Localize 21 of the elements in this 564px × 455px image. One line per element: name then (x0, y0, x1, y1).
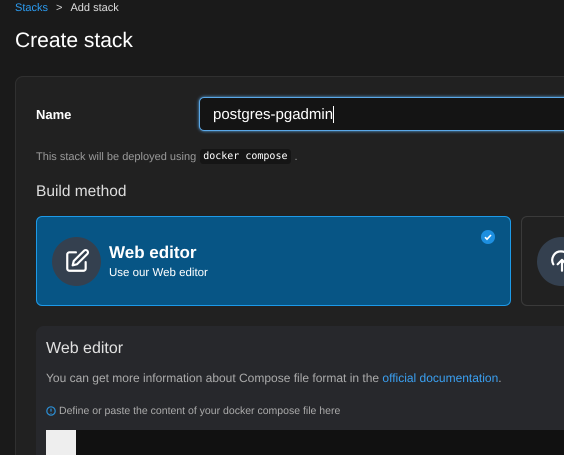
build-method-heading: Build method (36, 183, 128, 201)
name-label: Name (36, 106, 72, 122)
build-option-card[interactable]: Web editor Use our Web editor (36, 216, 511, 306)
section-heading: Web editor (46, 340, 124, 358)
breadcrumb-link[interactable]: Stacks (15, 2, 48, 14)
breadcrumb-separator: > (56, 2, 62, 14)
documentation-link[interactable]: official documentation (382, 371, 498, 385)
name-input-field[interactable]: postgres-pgadmin (199, 97, 564, 131)
info-text: Define or paste the content of your docker compose file here (59, 405, 340, 417)
page-title: Create stack (15, 28, 134, 54)
option-title: Web editor (109, 243, 198, 263)
check-icon (481, 230, 495, 244)
option-subtitle: Use our Web editor (109, 267, 208, 279)
breadcrumb-current: Add stack (70, 2, 119, 14)
info-icon (46, 406, 56, 416)
deploy-command-code: docker compose (200, 149, 290, 164)
section-description: You can get more information about Compose file format in the (46, 371, 380, 385)
description-period: . (498, 371, 502, 385)
deploy-hint-period: . (294, 150, 298, 162)
edit-icon (64, 248, 90, 274)
deploy-hint-text: This stack will be deployed using (36, 150, 196, 162)
